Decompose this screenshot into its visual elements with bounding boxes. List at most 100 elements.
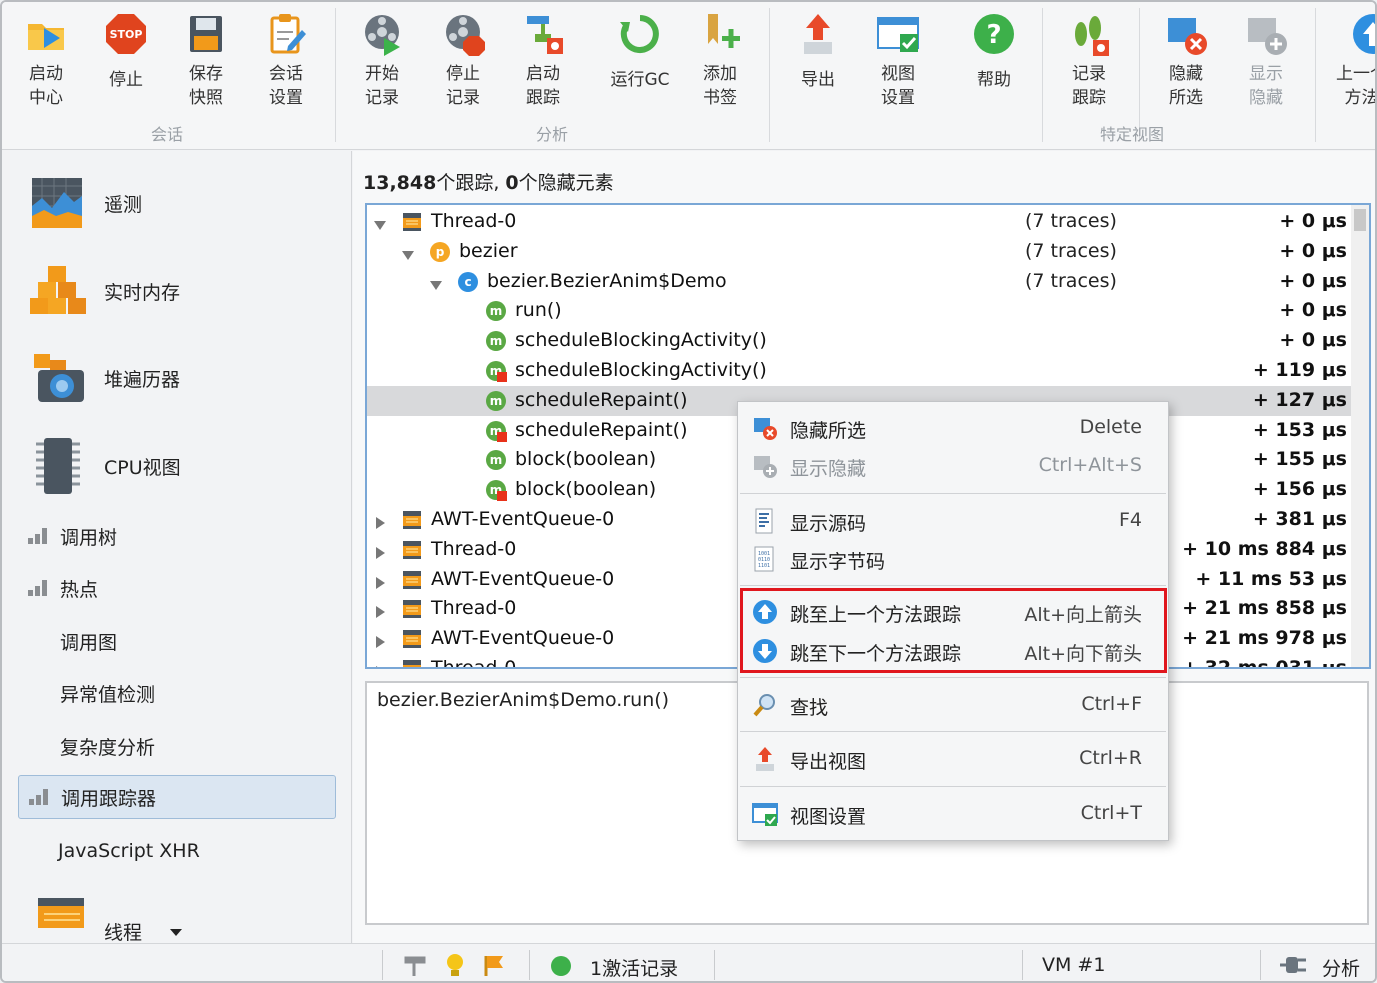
tree-node-label: AWT-EventQueue-0 bbox=[431, 627, 615, 650]
hide-selected-button[interactable]: 隐藏 所选 bbox=[1162, 2, 1210, 120]
record-tracking-button[interactable]: 记录 跟踪 bbox=[1065, 2, 1113, 120]
session-settings-button[interactable]: 会话 设置 bbox=[262, 2, 310, 120]
expanded-toggle-icon[interactable] bbox=[373, 215, 387, 230]
sidebar-item-hot-spots[interactable]: 热点 bbox=[18, 566, 336, 610]
sidebar-item-call-graph[interactable]: 调用图 bbox=[18, 619, 336, 663]
scrollbar-thumb[interactable] bbox=[1354, 209, 1366, 231]
vm-indicator[interactable]: VM #1 bbox=[1042, 954, 1105, 976]
svg-text:m: m bbox=[490, 453, 503, 467]
sidebar-item-label: 异常值检测 bbox=[60, 683, 156, 706]
time-offset-cell: + 153 μs bbox=[1252, 418, 1347, 441]
tree-row[interactable]: m scheduleBlockingActivity() + 0 μs bbox=[367, 326, 1351, 356]
tree-row[interactable]: m scheduleBlockingActivity() + 119 μs bbox=[367, 356, 1351, 386]
sidebar-item-cpu-views[interactable]: CPU视图 bbox=[18, 435, 336, 497]
stop-label: 停止 bbox=[109, 70, 143, 90]
active-recordings-text[interactable]: 1激活记录 bbox=[590, 954, 678, 981]
menu-item-shortcut: Ctrl+T bbox=[1080, 802, 1142, 824]
tree-row[interactable]: Thread-0 (7 traces) + 0 μs bbox=[367, 207, 1351, 237]
help-button[interactable]: ? 帮助 bbox=[970, 2, 1018, 120]
stop-recording-label: 停止 记录 bbox=[446, 64, 480, 108]
expanded-toggle-icon[interactable] bbox=[401, 245, 415, 260]
tree-row[interactable]: c bezier.BezierAnim$Demo (7 traces) + 0 μs bbox=[367, 267, 1351, 297]
previous-method-button[interactable]: 上一个 方法 bbox=[1332, 2, 1377, 120]
method-entry-icon: m bbox=[485, 449, 507, 471]
sidebar-item-live-memory[interactable]: 实时内存 bbox=[18, 263, 336, 319]
flag-icon[interactable] bbox=[482, 952, 508, 978]
live-memory-icon bbox=[30, 264, 86, 318]
sidebar-item-heap-walker[interactable]: 堆遍历器 bbox=[18, 349, 336, 407]
collapsed-toggle-icon[interactable] bbox=[373, 513, 387, 529]
save-snapshot-button[interactable]: 保存 快照 bbox=[182, 2, 230, 120]
pin-icon[interactable] bbox=[402, 952, 428, 978]
menu-item-show-hidden[interactable]: 显示隐藏 Ctrl+Alt+S bbox=[740, 448, 1166, 484]
menu-item-view-settings[interactable]: 视图设置 Ctrl+T bbox=[740, 796, 1166, 832]
sidebar-item-label: 堆遍历器 bbox=[104, 368, 181, 391]
time-offset-cell: + 156 μs bbox=[1252, 478, 1347, 501]
trace-count-suffix: 个跟踪, bbox=[436, 172, 506, 194]
start-tracking-label: 启动 跟踪 bbox=[526, 64, 560, 108]
menu-item-label: 隐藏所选 bbox=[790, 420, 867, 442]
stop-icon: STOP bbox=[104, 12, 148, 56]
thread-icon bbox=[401, 628, 423, 650]
sidebar-item-complexity-analysis[interactable]: 复杂度分析 bbox=[18, 724, 336, 768]
bytecode-icon: 1001 0110 1101 bbox=[752, 546, 778, 572]
tree-row[interactable]: p bezier (7 traces) + 0 μs bbox=[367, 237, 1351, 267]
lightbulb-icon[interactable] bbox=[444, 952, 466, 978]
start-tracking-button[interactable]: 启动 跟踪 bbox=[519, 2, 567, 120]
run-gc-button[interactable]: 运行GC bbox=[606, 2, 674, 120]
hide-selected-label: 隐藏 所选 bbox=[1169, 64, 1203, 108]
add-bookmark-label: 添加 书签 bbox=[703, 64, 737, 108]
method-entry-icon: m bbox=[485, 390, 507, 412]
sidebar-item-call-tracer[interactable]: 调用跟踪器 bbox=[18, 775, 336, 819]
stop-button[interactable]: STOP 停止 bbox=[102, 2, 150, 120]
menu-item-show-bytecode[interactable]: 1001 0110 1101 显示字节码 bbox=[740, 541, 1166, 577]
svg-text:m: m bbox=[490, 334, 503, 348]
menu-item-label: 查找 bbox=[790, 697, 829, 719]
menu-item-label: 显示源码 bbox=[790, 513, 867, 535]
sidebar-item-label: 调用跟踪器 bbox=[61, 787, 157, 810]
export-button[interactable]: 导出 bbox=[794, 2, 842, 120]
collapsed-toggle-icon[interactable] bbox=[373, 662, 387, 667]
collapsed-toggle-icon[interactable] bbox=[373, 543, 387, 559]
menu-separator bbox=[740, 731, 1166, 732]
collapsed-toggle-icon[interactable] bbox=[373, 573, 387, 589]
collapsed-toggle-icon[interactable] bbox=[373, 602, 387, 619]
session-settings-icon bbox=[264, 12, 308, 56]
start-recording-icon bbox=[360, 12, 404, 56]
expanded-toggle-icon[interactable] bbox=[429, 275, 443, 290]
sidebar-scroll-down-icon[interactable] bbox=[170, 929, 182, 936]
sidebar-item-outlier-detection[interactable]: 异常值检测 bbox=[18, 671, 336, 715]
menu-item-find[interactable]: 查找 Ctrl+F bbox=[740, 687, 1166, 723]
collapsed-toggle-icon[interactable] bbox=[373, 632, 387, 649]
start-recording-button[interactable]: 开始 记录 bbox=[358, 2, 406, 120]
show-hidden-button[interactable]: 显示 隐藏 bbox=[1242, 2, 1290, 120]
export-icon bbox=[752, 746, 778, 772]
session-settings-label: 会话 设置 bbox=[269, 64, 303, 108]
ribbon-group-separator bbox=[769, 8, 770, 142]
start-center-button[interactable]: 启动 中心 bbox=[20, 2, 72, 120]
svg-text:?: ? bbox=[986, 20, 1001, 50]
start-center-icon bbox=[24, 12, 68, 56]
menu-item-shortcut: Ctrl+F bbox=[1081, 693, 1142, 715]
previous-method-label: 上一个 方法 bbox=[1336, 64, 1377, 108]
menu-separator bbox=[740, 493, 1166, 494]
record-tracking-icon bbox=[1067, 12, 1111, 56]
sidebar-item-javascript-xhr[interactable]: JavaScript XHR bbox=[18, 829, 336, 873]
sidebar-item-telemetry[interactable]: 遥测 bbox=[18, 175, 336, 231]
menu-item-show-source[interactable]: 显示源码 F4 bbox=[740, 503, 1166, 539]
vertical-scrollbar[interactable] bbox=[1351, 205, 1369, 667]
tree-row[interactable]: m run() + 0 μs bbox=[367, 296, 1351, 326]
time-offset-cell: + 0 μs bbox=[1279, 210, 1347, 232]
view-settings-button[interactable]: 视图 设置 bbox=[874, 2, 922, 120]
menu-item-export-view[interactable]: 导出视图 Ctrl+R bbox=[740, 741, 1166, 777]
sidebar-item-label: 实时内存 bbox=[104, 281, 181, 304]
stop-recording-button[interactable]: 停止 记录 bbox=[439, 2, 487, 120]
previous-method-icon bbox=[1345, 12, 1375, 56]
tree-node-label: AWT-EventQueue-0 bbox=[431, 508, 615, 530]
hide-selected-icon bbox=[752, 415, 778, 441]
add-bookmark-button[interactable]: 添加 书签 bbox=[696, 2, 744, 120]
sidebar-item-call-tree[interactable]: 调用树 bbox=[18, 514, 336, 558]
record-tracking-label: 记录 跟踪 bbox=[1072, 64, 1106, 108]
method-exit-icon: m bbox=[485, 420, 507, 442]
menu-item-hide-selected[interactable]: 隐藏所选 Delete bbox=[740, 410, 1166, 446]
